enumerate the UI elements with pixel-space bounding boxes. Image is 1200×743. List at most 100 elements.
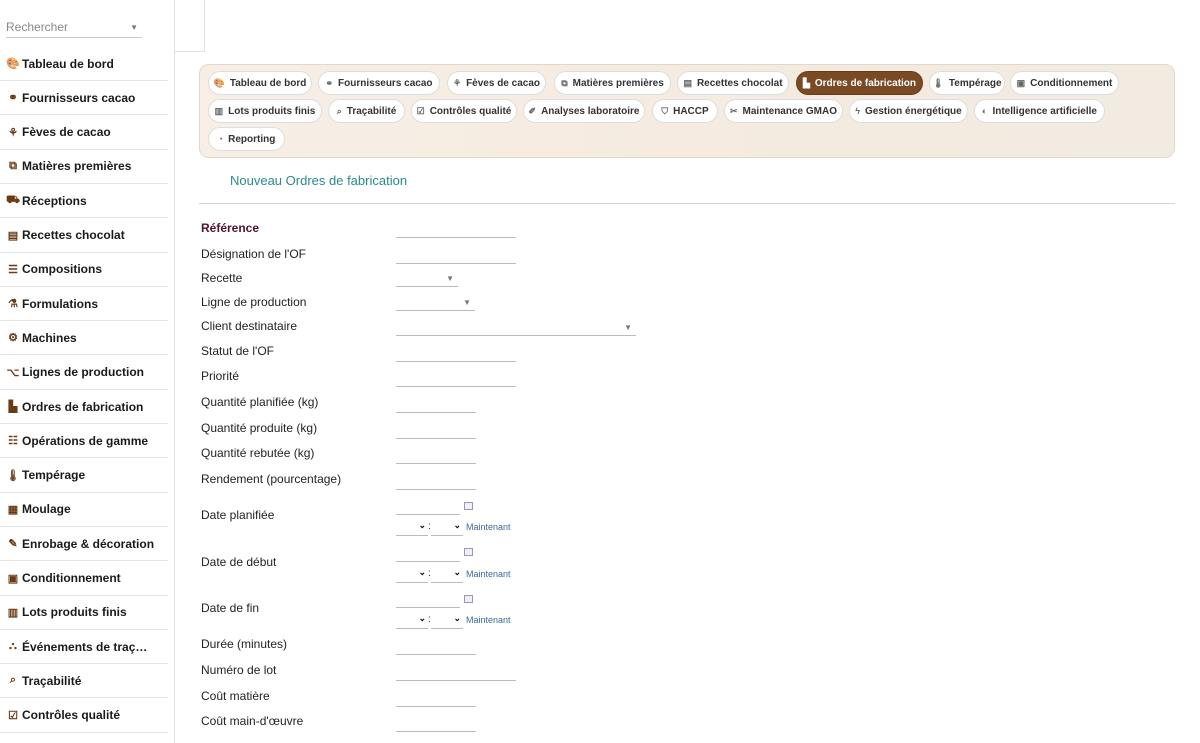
date-fin-input[interactable] <box>396 592 460 608</box>
network-icon: ⛬ <box>9 640 17 653</box>
qte-produite-input[interactable] <box>396 423 476 439</box>
minute-select[interactable]: ⌄ <box>431 613 463 629</box>
sidebar-item-enrobage-decoration[interactable]: ✎ Enrobage & décoration <box>0 527 168 562</box>
tab-gestion-energetique[interactable]: ϟ Gestion énergétique <box>849 99 968 123</box>
page-title: Nouveau Ordres de fabrication <box>230 173 408 188</box>
ligne-select[interactable]: ▼ <box>396 295 475 311</box>
calendar-icon[interactable] <box>464 548 473 556</box>
sidebar-item-recettes-chocolat[interactable]: ▤ Recettes chocolat <box>0 219 168 253</box>
sidebar-item-tableau-de-bord[interactable]: 🎨 Tableau de bord <box>0 47 168 81</box>
sidebar-item-operations-de-gamme[interactable]: ☷ Opérations de gamme <box>0 424 168 459</box>
rendement-input[interactable] <box>396 474 476 490</box>
tab-maintenance-gmao[interactable]: ✂ Maintenance GMAO <box>724 99 843 123</box>
tab-intelligence-artificielle[interactable]: ◐ Intelligence artificielle <box>974 99 1105 123</box>
sidebar-item-feves-de-cacao[interactable]: ⚘ Fèves de cacao <box>0 116 168 150</box>
sidebar-item-conditionnement[interactable]: ▣ Conditionnement <box>0 562 168 596</box>
tab-tracabilite[interactable]: ⌕ Traçabilité <box>328 99 405 123</box>
sidebar-item-matieres-premieres[interactable]: ⧉ Matières premières <box>0 150 168 184</box>
tab-feves-de-cacao[interactable]: ⚘ Fèves de cacao <box>447 71 546 95</box>
cubes-icon: ⧉ <box>9 159 17 172</box>
qte-planifiee-input[interactable] <box>396 397 476 413</box>
priorite-input[interactable] <box>396 371 516 387</box>
tab-fournisseurs-cacao[interactable]: ⚭ Fournisseurs cacao <box>318 71 440 95</box>
sidebar-item-label: Tempérage <box>22 468 86 483</box>
tab-ordres-de-fabrication[interactable]: ▙ Ordres de fabrication <box>796 71 923 95</box>
tab-label: Traçabilité <box>346 105 397 117</box>
chevron-down-icon: ⌄ <box>418 567 426 577</box>
designation-input[interactable] <box>396 248 516 264</box>
list-icon: ☰ <box>8 263 18 276</box>
minute-select[interactable]: ⌄ <box>431 567 463 583</box>
sidebar-item-moulage[interactable]: ▦ Moulage <box>0 493 168 527</box>
sidebar-item-controles-qualite[interactable]: ☑ Contrôles qualité <box>0 699 168 733</box>
tab-lots-produits-finis[interactable]: ▥ Lots produits finis <box>208 99 322 123</box>
date-debut-input[interactable] <box>396 546 460 562</box>
tab-analyses-laboratoire[interactable]: ✐ Analyses laboratoire <box>523 99 645 123</box>
hour-select[interactable]: ⌄ <box>396 520 428 536</box>
numero-lot-label: Numéro de lot <box>201 663 277 677</box>
now-link[interactable]: Maintenant <box>466 615 511 625</box>
calendar-icon[interactable] <box>464 595 473 603</box>
date-planifiee-input[interactable] <box>396 499 460 515</box>
hour-select[interactable]: ⌄ <box>396 567 428 583</box>
qte-rebutee-label: Quantité rebutée (kg) <box>201 446 315 460</box>
chevron-down-icon: ⌄ <box>453 613 461 623</box>
tab-temperage[interactable]: 🌡 Tempérage <box>929 71 1005 95</box>
tab-label: Gestion énergétique <box>865 105 962 117</box>
ligne-label: Ligne de production <box>201 295 307 309</box>
duree-input[interactable] <box>396 639 476 655</box>
sidebar: Rechercher ▼ 🎨 Tableau de bord ⚭ Fournisseu… <box>0 0 175 743</box>
sidebar-item-label: Compositions <box>22 262 102 277</box>
numero-lot-input[interactable] <box>396 665 516 681</box>
sidebar-item-label: Formulations <box>22 296 99 311</box>
tab-tableau-de-bord[interactable]: 🎨 Tableau de bord <box>208 71 312 95</box>
sidebar-item-fournisseurs-cacao[interactable]: ⚭ Fournisseurs cacao <box>0 81 168 116</box>
statut-label: Statut de l'OF <box>201 344 274 358</box>
sidebar-item-evenements-de-trac[interactable]: ⛬ Événements de traç… <box>0 630 168 665</box>
tab-reporting[interactable]: ◔ Reporting <box>208 127 285 151</box>
sidebar-item-formulations[interactable]: ⚗ Formulations <box>0 287 168 322</box>
tab-recettes-chocolat[interactable]: ▤ Recettes chocolat <box>677 71 789 95</box>
search-icon: ⌕ <box>9 674 17 687</box>
sidebar-item-lots-produits-finis[interactable]: ▥ Lots produits finis <box>0 596 168 630</box>
palette-icon: 🎨 <box>6 58 20 70</box>
qte-rebutee-input[interactable] <box>396 448 476 464</box>
chevron-down-icon: ⌄ <box>453 520 461 530</box>
chevron-down-icon: ▼ <box>446 274 454 283</box>
sidebar-item-lignes-de-production[interactable]: ⌥ Lignes de production <box>0 356 168 390</box>
sidebar-item-temperage[interactable]: 🌡 Tempérage <box>0 459 168 493</box>
tab-label: Maintenance GMAO <box>742 105 837 117</box>
minute-select[interactable]: ⌄ <box>431 520 463 536</box>
sidebar-item-label: Contrôles qualité <box>22 708 121 723</box>
recette-label: Recette <box>201 271 243 285</box>
chevron-down-icon[interactable]: ▼ <box>130 23 138 32</box>
cout-matiere-label: Coût matière <box>201 689 270 703</box>
client-select[interactable]: ▼ <box>396 320 636 336</box>
sidebar-item-machines[interactable]: ⚙ Machines <box>0 321 168 356</box>
tab-controles-qualite[interactable]: ☑ Contrôles qualité <box>411 99 517 123</box>
hour-select[interactable]: ⌄ <box>396 613 428 629</box>
sidebar-item-label: Lignes de production <box>22 365 144 380</box>
now-link[interactable]: Maintenant <box>466 569 511 579</box>
tab-matieres-premieres[interactable]: ⧉ Matières premières <box>554 71 671 95</box>
tab-haccp[interactable]: ⛉ HACCP <box>652 99 718 123</box>
sidebar-item-label: Réceptions <box>22 193 87 208</box>
reference-input[interactable] <box>396 222 516 238</box>
sidebar-item-tracabilite[interactable]: ⌕ Traçabilité <box>0 664 168 699</box>
sidebar-item-ordres-de-fabrication[interactable]: ▙ Ordres de fabrication <box>0 390 168 424</box>
bolt-icon: ϟ <box>855 106 861 116</box>
barcode-icon: ▥ <box>214 105 224 116</box>
sidebar-item-label: Opérations de gamme <box>22 433 149 448</box>
search-input[interactable]: Rechercher ▼ <box>6 18 142 38</box>
cout-matiere-input[interactable] <box>396 691 476 707</box>
search-icon: ⌕ <box>336 105 342 116</box>
cout-mo-input[interactable] <box>396 716 476 732</box>
calendar-icon[interactable] <box>464 502 473 510</box>
sidebar-item-receptions[interactable]: ⛟ Réceptions <box>0 184 168 219</box>
now-link[interactable]: Maintenant <box>466 522 511 532</box>
tab-conditionnement[interactable]: ▣ Conditionnement <box>1010 71 1119 95</box>
statut-input[interactable] <box>396 346 516 362</box>
recette-select[interactable]: ▼ <box>396 271 458 287</box>
sidebar-item-compositions[interactable]: ☰ Compositions <box>0 253 168 287</box>
barcode-icon: ▥ <box>7 606 19 619</box>
